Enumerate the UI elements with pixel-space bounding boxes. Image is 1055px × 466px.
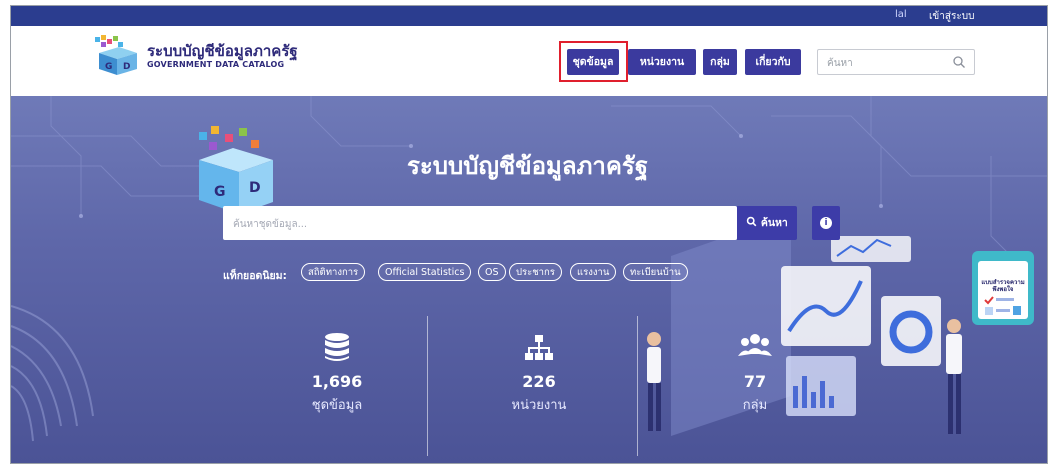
- header-search-placeholder: ค้นหา: [827, 58, 853, 69]
- sitemap-icon: [525, 335, 553, 360]
- login-link[interactable]: เข้าสู่ระบบ: [929, 9, 974, 24]
- info-icon: i: [820, 217, 832, 229]
- search-icon: [746, 216, 757, 227]
- site-header: G D ระบบบัญชีข้อมูลภาครัฐ GOVERNMENT DAT…: [11, 26, 1047, 96]
- hero-search-input[interactable]: ค้นหาชุดข้อมูล...: [223, 206, 737, 240]
- hero-banner: G D ระบบบัญชีข้อมูลภาครัฐ ค้นหาชุดข้อมูล…: [11, 96, 1047, 463]
- stat-divider: [427, 316, 428, 456]
- stat-datasets-value: 1,696: [311, 372, 363, 391]
- stat-groups-label: กลุ่ม: [742, 398, 768, 413]
- tag-official-stats-th[interactable]: สถิติทางการ: [301, 263, 366, 281]
- hero-search-button[interactable]: ค้นหา: [737, 206, 797, 240]
- accessibility-link[interactable]: lal: [895, 9, 907, 20]
- svg-text:G: G: [214, 184, 226, 200]
- stat-divider: [637, 316, 638, 456]
- hero-title: ระบบบัญชีข้อมูลภาครัฐ: [407, 152, 649, 180]
- survey-card-text: แบบสำรวจความพึงพอใจ: [981, 279, 1025, 293]
- database-icon: [325, 333, 349, 361]
- tag-house-registry[interactable]: ทะเบียนบ้าน: [623, 263, 688, 281]
- top-utility-bar: lal เข้าสู่ระบบ: [11, 6, 1047, 26]
- svg-text:D: D: [249, 180, 261, 196]
- users-icon: [738, 334, 772, 356]
- tag-os[interactable]: OS: [478, 263, 506, 281]
- search-icon[interactable]: [952, 55, 966, 69]
- survey-paper: แบบสำรวจความพึงพอใจ: [978, 261, 1028, 319]
- logo-letter-d: D: [123, 62, 130, 72]
- tag-population[interactable]: ประชากร: [509, 263, 562, 281]
- satisfaction-survey-card[interactable]: แบบสำรวจความพึงพอใจ: [972, 251, 1034, 325]
- hero-search-placeholder: ค้นหาชุดข้อมูล...: [233, 219, 308, 230]
- header-search-input[interactable]: ค้นหา: [817, 49, 975, 75]
- browser-viewport: lal เข้าสู่ระบบ G D ระบบบัญชีข้อมูลภาครั…: [10, 5, 1048, 464]
- nav-organizations-button[interactable]: หน่วยงาน: [628, 49, 696, 75]
- hero-cube-logo-icon: G D: [199, 126, 273, 214]
- nav-groups-button[interactable]: กลุ่ม: [703, 49, 737, 75]
- stat-organizations-label: หน่วยงาน: [511, 398, 567, 413]
- hero-search-button-label: ค้นหา: [760, 217, 788, 229]
- stat-datasets-label: ชุดข้อมูล: [311, 398, 363, 413]
- highlight-box: [559, 41, 628, 82]
- popular-tags-label: แท็กยอดนิยม:: [223, 270, 287, 282]
- tag-labour[interactable]: แรงงาน: [570, 263, 617, 281]
- info-button[interactable]: i: [812, 206, 840, 240]
- site-subtitle: GOVERNMENT DATA CATALOG: [147, 60, 285, 69]
- stat-groups-value: 77: [743, 372, 767, 391]
- gdc-logo-icon[interactable]: G D: [93, 35, 139, 75]
- stat-organizations-value: 226: [522, 372, 556, 391]
- checklist-icon: [984, 296, 1021, 315]
- tag-official-statistics[interactable]: Official Statistics: [378, 263, 472, 281]
- logo-letter-g: G: [105, 62, 112, 72]
- nav-about-button[interactable]: เกี่ยวกับ: [745, 49, 801, 75]
